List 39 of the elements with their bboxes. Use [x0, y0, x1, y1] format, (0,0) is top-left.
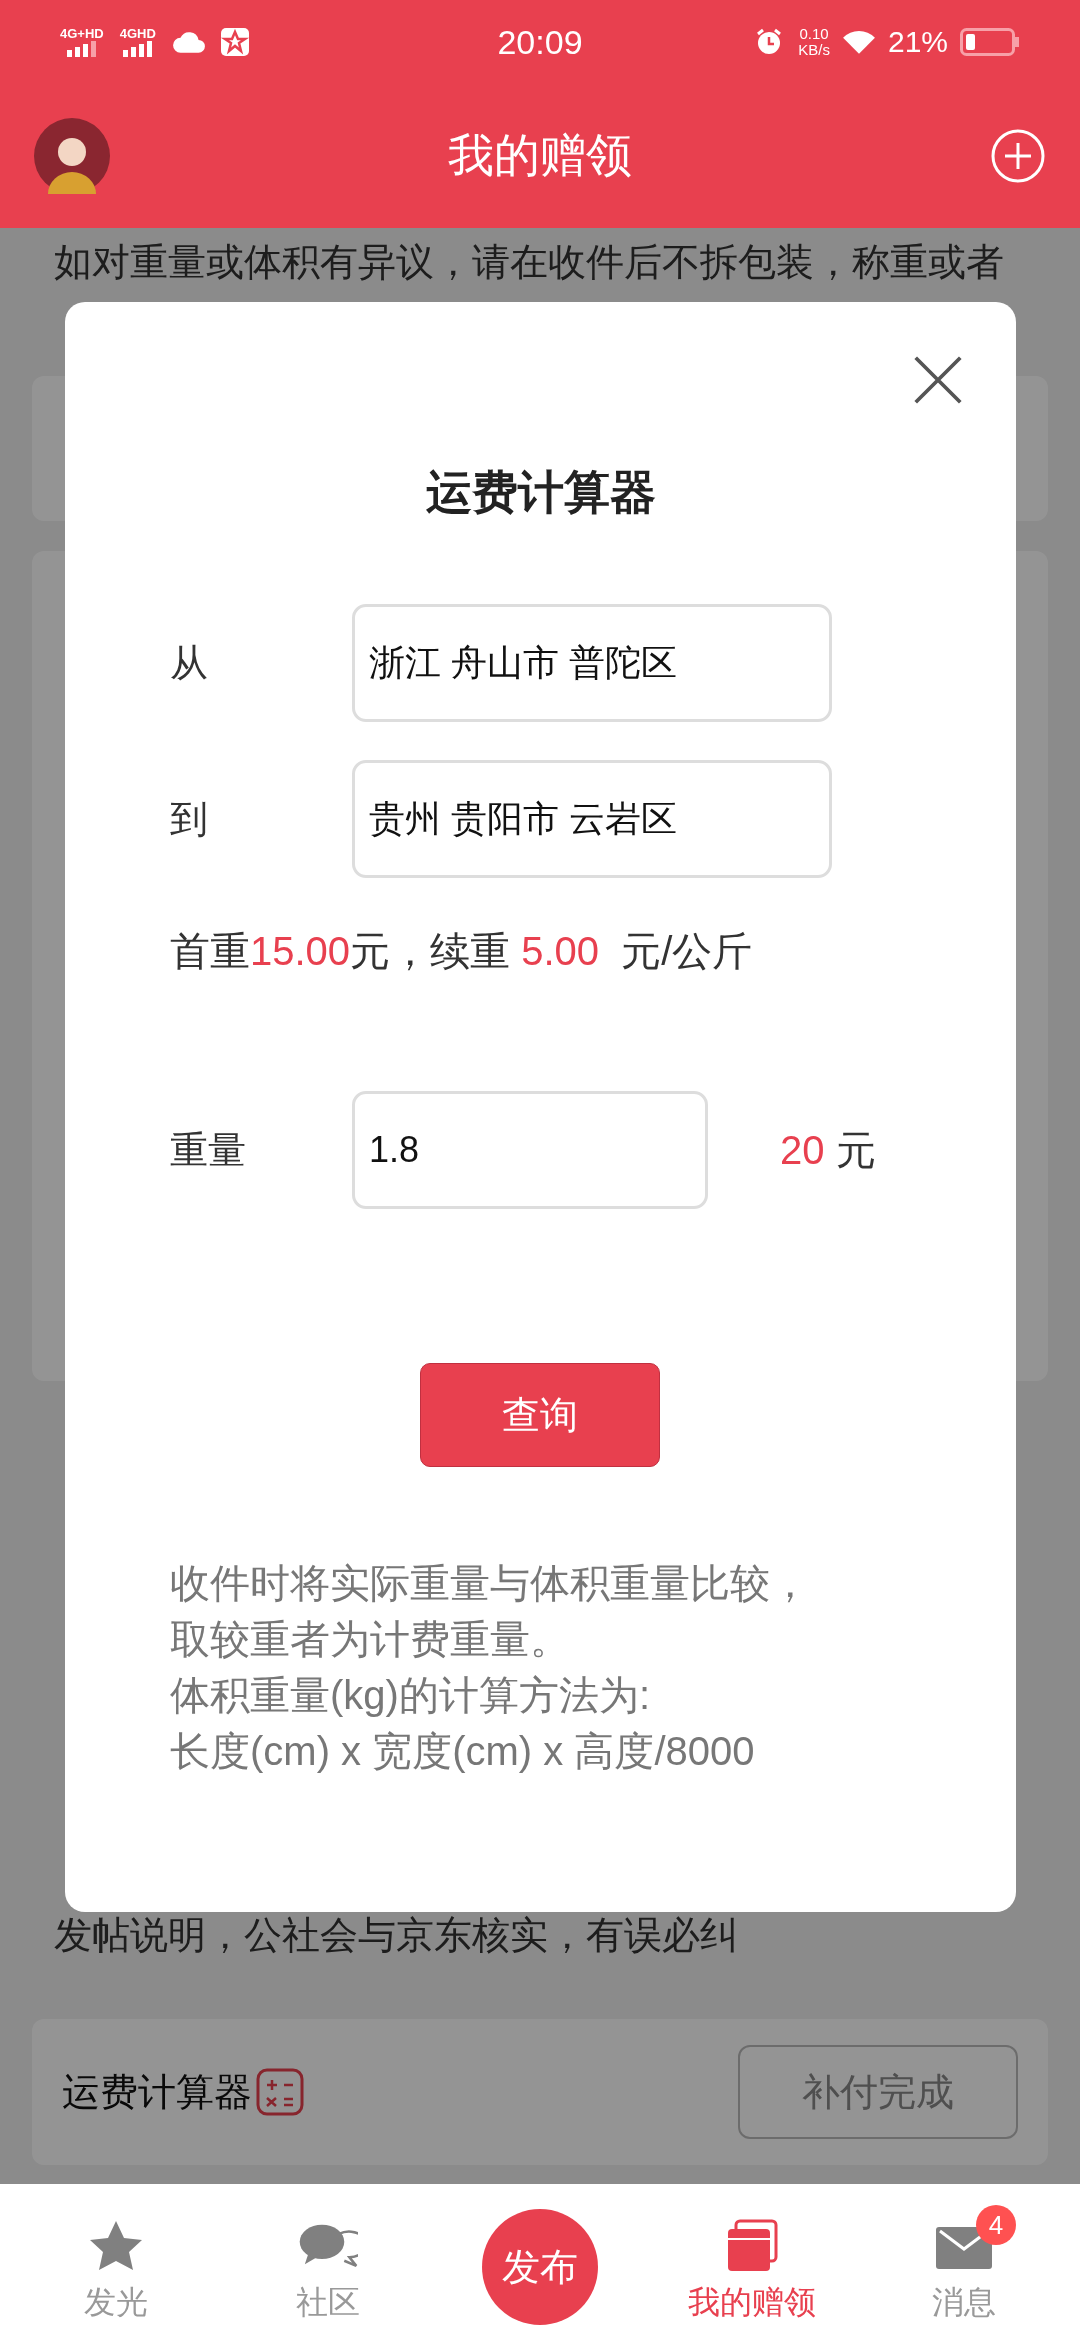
from-field[interactable]: 浙江 舟山市 普陀区 [352, 604, 832, 722]
tab-item[interactable]: 4 消息 [864, 2199, 1064, 2325]
battery-percent: 21% [887, 25, 948, 59]
notice-text: 发帖说明，公社会与京东核实，有误必纠 [53, 1913, 739, 1958]
close-icon[interactable] [912, 354, 964, 406]
calculator-link[interactable]: 运费计算器 [62, 2066, 252, 2118]
query-button[interactable]: 查询 [420, 1363, 660, 1467]
calculator-icon[interactable] [256, 2068, 304, 2116]
tab-item[interactable]: 发布 [440, 2191, 640, 2333]
network-label: 4GHD [119, 27, 156, 41]
notice-text: 如对重量或体积有异议，请在收件后不拆包装，称重或者 [53, 240, 1005, 285]
speed-unit: KB/s [798, 42, 830, 58]
tab-item[interactable]: 我的赠领 [652, 2199, 852, 2325]
note-text: 取较重者为计费重量。 [170, 1616, 570, 1663]
tab-item[interactable]: 社区 [228, 2199, 428, 2325]
dialog-title: 运费计算器 [424, 465, 657, 520]
signal-icon [122, 41, 153, 57]
battery-icon [960, 28, 1020, 56]
to-field[interactable]: 贵州 贵阳市 云岩区 [352, 760, 832, 878]
note-text: 长度(cm) x 宽度(cm) x 高度/8000 [170, 1728, 755, 1775]
note-text: 体积重量(kg)的计算方法为: [170, 1672, 650, 1719]
fee-text: 首重15.00元，续重 5.00 元/公斤 [170, 928, 754, 975]
speed-value: 0.10 [799, 26, 829, 42]
result-text: 20 元 [780, 1126, 876, 1174]
network-label: 4G+HD [60, 27, 104, 41]
wifi-icon [841, 28, 876, 56]
avatar[interactable] [34, 118, 110, 194]
unread-badge: 4 [976, 2205, 1016, 2245]
status-time: 20:09 [496, 22, 584, 62]
weight-field[interactable]: 1.8 [352, 1091, 708, 1209]
weight-label: 重量 [170, 1127, 247, 1173]
page-title: 我的赠领 [447, 128, 633, 183]
signal-icon [66, 41, 97, 57]
tab-item[interactable]: 发光 [16, 2199, 216, 2325]
from-label: 从 [170, 640, 209, 686]
to-label: 到 [170, 796, 209, 842]
note-text: 收件时将实际重量与体积重量比较， [170, 1560, 810, 1607]
add-icon[interactable] [990, 128, 1046, 184]
pay-complete-button[interactable]: 补付完成 [738, 2045, 1018, 2139]
